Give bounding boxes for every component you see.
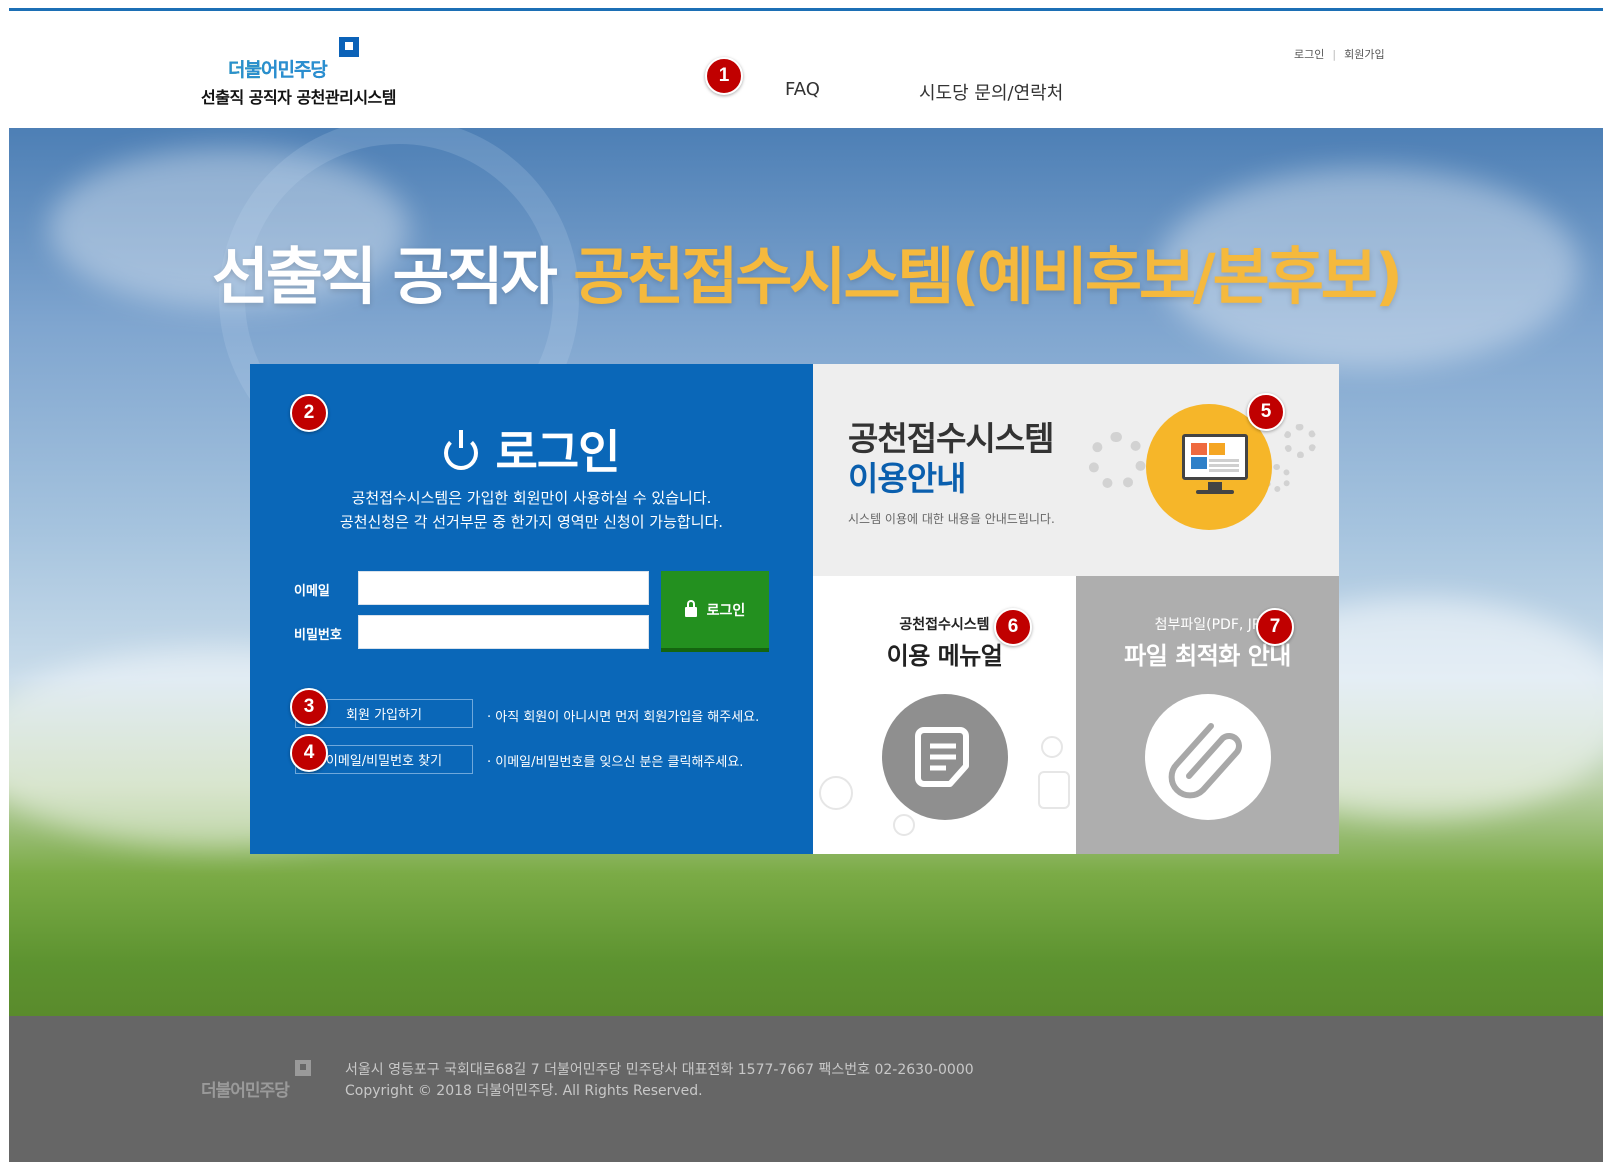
site-header: 더불어민주당 선출직 공직자 공천관리시스템 FAQ 시도당 문의/연락처 로그… [9, 11, 1603, 128]
utility-links: 로그인 | 회원가입 [1294, 46, 1385, 62]
annotation-badge: 4 [290, 734, 328, 772]
guide-subtitle: 시스템 이용에 대한 내용을 안내드립니다. [848, 512, 1055, 526]
password-input[interactable] [358, 615, 649, 649]
lock-icon [684, 600, 697, 617]
annotation-badge: 7 [1256, 608, 1294, 646]
annotation-badge: 1 [705, 57, 743, 95]
file-subtitle: 첨부파일(PDF, JP [1154, 617, 1261, 633]
login-description: 공천접수시스템은 가입한 회원만이 사용하실 수 있습니다. 공천신청은 각 선… [250, 486, 813, 534]
gear-icon [1283, 424, 1317, 458]
hero-section: 선출직 공직자 공천접수시스템(예비후보/본후보) 로그인 공천접수시스템은 가… [9, 128, 1603, 1016]
hero-title: 선출직 공직자 공천접수시스템(예비후보/본후보) [9, 226, 1603, 316]
tv-decoration-icon [1038, 771, 1070, 809]
find-account-hint: · 이메일/비밀번호를 잊으신 분은 클릭해주세요. [487, 755, 744, 770]
party-flag-icon [339, 37, 359, 57]
footer-flag-icon [295, 1060, 311, 1076]
footer-address: 서울시 영등포구 국회대로68길 7 더불어민주당 민주당사 대표전화 1577… [345, 1062, 974, 1078]
util-login-link[interactable]: 로그인 [1294, 48, 1324, 61]
document-icon [882, 694, 1008, 820]
manual-title: 이용 메뉴얼 [886, 642, 1003, 670]
login-title: 로그인 [250, 416, 813, 482]
user-manual-card[interactable]: 공천접수시스템 이용 메뉴얼 [813, 576, 1076, 854]
annotation-badge: 3 [290, 688, 328, 726]
signup-button-label: 회원 가입하기 [346, 708, 422, 723]
password-label: 비밀번호 [294, 628, 342, 643]
monitor-screen [1182, 434, 1248, 480]
gear-icon [1088, 432, 1146, 490]
login-title-text: 로그인 [495, 425, 621, 479]
hero-title-highlight: 공천접수시스템(예비후보/본후보) [573, 240, 1403, 313]
party-logo-text: 더불어민주당 [228, 59, 328, 81]
find-account-label: 이메일/비밀번호 찾기 [325, 754, 443, 769]
page: 더불어민주당 선출직 공직자 공천관리시스템 FAQ 시도당 문의/연락처 로그… [9, 0, 1603, 1162]
file-optimization-card[interactable]: 첨부파일(PDF, JP 파일 최적화 안내 [1076, 576, 1339, 854]
hero-title-white: 선출직 공직자 [211, 240, 574, 313]
login-desc-line2: 공천신청은 각 선거부문 중 한가지 영역만 신청이 가능합니다. [339, 513, 724, 531]
headphones-decoration-icon [819, 776, 853, 810]
login-desc-line1: 공천접수시스템은 가입한 회원만이 사용하실 수 있습니다. [351, 489, 712, 507]
email-label: 이메일 [294, 584, 330, 599]
email-input[interactable] [358, 571, 649, 605]
annotation-badge: 5 [1247, 393, 1285, 431]
paperclip-icon [1145, 694, 1271, 820]
system-subtitle: 선출직 공직자 공천관리시스템 [201, 88, 397, 107]
login-panel: 로그인 공천접수시스템은 가입한 회원만이 사용하실 수 있습니다. 공천신청은… [250, 364, 813, 854]
nav-faq[interactable]: FAQ [785, 79, 820, 100]
util-separator: | [1332, 48, 1337, 61]
party-logo[interactable]: 더불어민주당 [228, 55, 328, 82]
footer-copyright: Copyright © 2018 더불어민주당. All Rights Rese… [345, 1083, 703, 1099]
play-decoration-icon [1041, 736, 1063, 758]
manual-subtitle: 공천접수시스템 [899, 617, 990, 633]
annotation-badge: 6 [994, 608, 1032, 646]
annotation-badge: 2 [290, 394, 328, 432]
power-icon [443, 430, 478, 470]
site-footer: 더불어민주당 서울시 영등포구 국회대로68길 7 더불어민주당 민주당사 대표… [9, 1016, 1603, 1162]
util-signup-link[interactable]: 회원가입 [1344, 48, 1384, 61]
guide-title-line2: 이용안내 [848, 459, 966, 498]
login-button[interactable]: 로그인 [661, 571, 769, 652]
signup-hint: · 아직 회원이 아니시면 먼저 회원가입을 해주세요. [487, 710, 760, 725]
nav-contact[interactable]: 시도당 문의/연락처 [919, 79, 1063, 105]
footer-logo: 더불어민주당 [201, 1081, 290, 1101]
file-title: 파일 최적화 안내 [1124, 642, 1291, 670]
login-button-label: 로그인 [706, 602, 746, 619]
